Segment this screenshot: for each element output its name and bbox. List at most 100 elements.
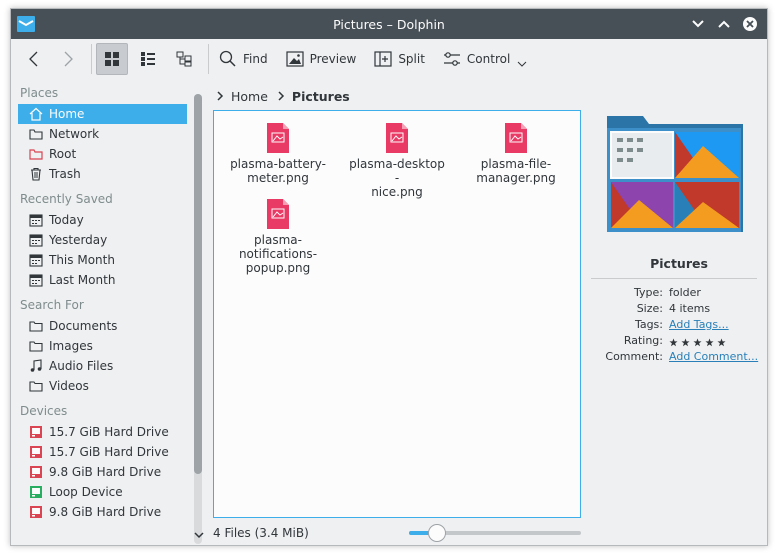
info-size-key: Size:: [636, 302, 663, 315]
preview-label: Preview: [309, 51, 357, 66]
sidebar-item-this-month[interactable]: This Month: [18, 250, 187, 270]
preview-button[interactable]: Preview: [280, 44, 363, 74]
sidebar-item-label: Trash: [49, 167, 81, 181]
forward-button[interactable]: [53, 44, 83, 74]
sidebar-item-label: Yesterday: [49, 233, 108, 247]
file-item[interactable]: plasma-battery- meter.png: [230, 123, 326, 185]
folder-icon: [29, 321, 43, 332]
information-panel: Pictures Type: folder Size: 4 items Tags…: [589, 78, 767, 545]
star-icon[interactable]: [681, 337, 690, 347]
info-comment-row: Comment: Add Comment...: [589, 350, 767, 366]
folder-icon: [29, 381, 43, 392]
zoom-slider[interactable]: [409, 524, 581, 542]
star-icon[interactable]: [717, 337, 726, 347]
details-view-button[interactable]: [168, 43, 200, 75]
folder-preview-image: [607, 116, 743, 232]
file-name-line: plasma-: [254, 233, 302, 247]
sidebar-item-today[interactable]: Today: [18, 210, 187, 230]
hard-drive-icon: [30, 446, 42, 458]
sidebar-item-yesterday[interactable]: Yesterday: [18, 230, 187, 250]
breadcrumb-current[interactable]: Pictures: [292, 89, 350, 104]
calendar-icon: [29, 234, 43, 247]
calendar-icon: [29, 254, 43, 267]
chevron-right-icon: [217, 91, 224, 101]
sidebar-item-label: Last Month: [49, 273, 116, 287]
back-button[interactable]: [19, 44, 49, 74]
sidebar-item-label: Videos: [49, 379, 89, 393]
toolbar-separator: [208, 43, 209, 74]
image-preview-icon: [285, 50, 304, 67]
sidebar-item-audio-files[interactable]: Audio Files: [18, 356, 187, 376]
sidebar-item-documents[interactable]: Documents: [18, 316, 187, 336]
places-section-title: Places: [20, 86, 59, 100]
calendar-icon: [29, 274, 43, 287]
loop-device-icon: [30, 486, 42, 498]
split-button[interactable]: Split: [368, 44, 431, 74]
maximize-button[interactable]: [713, 13, 735, 35]
status-bar: 4 Files (3.4 MiB): [213, 523, 581, 543]
info-tags-key: Tags:: [634, 318, 663, 331]
recent-section-title: Recently Saved: [20, 192, 113, 206]
compact-view-button[interactable]: [132, 43, 164, 75]
sidebar-item-label: 9.8 GiB Hard Drive: [49, 465, 162, 479]
minimize-button[interactable]: [687, 13, 709, 35]
info-rating-row: Rating:: [589, 334, 767, 350]
sidebar-item-last-month[interactable]: Last Month: [18, 270, 187, 290]
trash-icon: [31, 167, 41, 181]
window-title: Pictures – Dolphin: [333, 16, 445, 32]
sidebar-item-hard-drive-2[interactable]: 15.7 GiB Hard Drive: [18, 442, 187, 462]
info-item-name: Pictures: [650, 256, 708, 271]
sidebar-item-root[interactable]: Root: [18, 144, 187, 164]
sidebar-item-hard-drive-4[interactable]: 9.8 GiB Hard Drive: [18, 502, 187, 522]
file-name-line: plasma-desktop-: [349, 157, 445, 185]
sidebar-item-hard-drive-1[interactable]: 15.7 GiB Hard Drive: [18, 422, 187, 442]
view-compact-icon: [141, 51, 155, 66]
sidebar-item-images[interactable]: Images: [18, 336, 187, 356]
zoom-slider-handle[interactable]: [428, 524, 446, 542]
close-button[interactable]: [739, 13, 761, 35]
sidebar-item-loop-device[interactable]: Loop Device: [18, 482, 187, 502]
star-icon[interactable]: [705, 337, 714, 347]
control-label: Control: [466, 51, 511, 66]
sidebar-item-hard-drive-3[interactable]: 9.8 GiB Hard Drive: [18, 462, 187, 482]
icons-view-button[interactable]: [96, 42, 128, 75]
root-folder-icon: [29, 149, 43, 160]
control-sliders-icon: [443, 51, 460, 66]
arrow-left-icon: [29, 51, 38, 66]
title-bar[interactable]: Pictures – Dolphin: [11, 9, 767, 39]
file-item[interactable]: plasma- notifications- popup.png: [230, 199, 326, 275]
sidebar-item-network[interactable]: Network: [18, 124, 187, 144]
chevron-up-icon: [718, 20, 730, 28]
sidebar-item-home[interactable]: Home: [18, 104, 187, 124]
file-name-line: meter.png: [247, 171, 309, 185]
breadcrumb-home[interactable]: Home: [231, 89, 268, 104]
places-scrollbar[interactable]: [192, 94, 204, 544]
file-name-line: notifications-: [238, 247, 318, 261]
file-name-line: plasma-battery-: [230, 157, 326, 171]
arrow-right-icon: [64, 51, 73, 66]
info-separator: [591, 278, 757, 279]
info-size-row: Size: 4 items: [589, 302, 767, 318]
info-size-value: 4 items: [669, 302, 711, 315]
image-file-icon: [267, 123, 289, 153]
sidebar-item-label: This Month: [49, 253, 115, 267]
rating-stars[interactable]: [669, 334, 767, 350]
sidebar-item-videos[interactable]: Videos: [18, 376, 187, 396]
file-view[interactable]: plasma-battery- meter.png plasma-desktop…: [213, 110, 581, 518]
sidebar-item-trash[interactable]: Trash: [18, 164, 187, 184]
music-icon: [30, 359, 42, 372]
find-button[interactable]: Find: [213, 44, 274, 74]
star-icon[interactable]: [669, 337, 678, 347]
file-name-line: manager.png: [476, 171, 556, 185]
add-comment-link[interactable]: Add Comment...: [669, 350, 767, 366]
sidebar-item-label: Documents: [49, 319, 118, 333]
control-button[interactable]: Control: [437, 44, 534, 74]
add-tags-link[interactable]: Add Tags...: [669, 318, 767, 334]
sidebar-item-label: Audio Files: [49, 359, 114, 373]
star-icon[interactable]: [693, 337, 702, 347]
file-name-line: plasma-file-: [480, 157, 552, 171]
scroll-down-button[interactable]: [193, 528, 205, 542]
file-item[interactable]: plasma-file- manager.png: [468, 123, 564, 185]
scrollbar-thumb[interactable]: [194, 94, 202, 474]
file-item[interactable]: plasma-desktop- nice.png: [349, 123, 445, 199]
